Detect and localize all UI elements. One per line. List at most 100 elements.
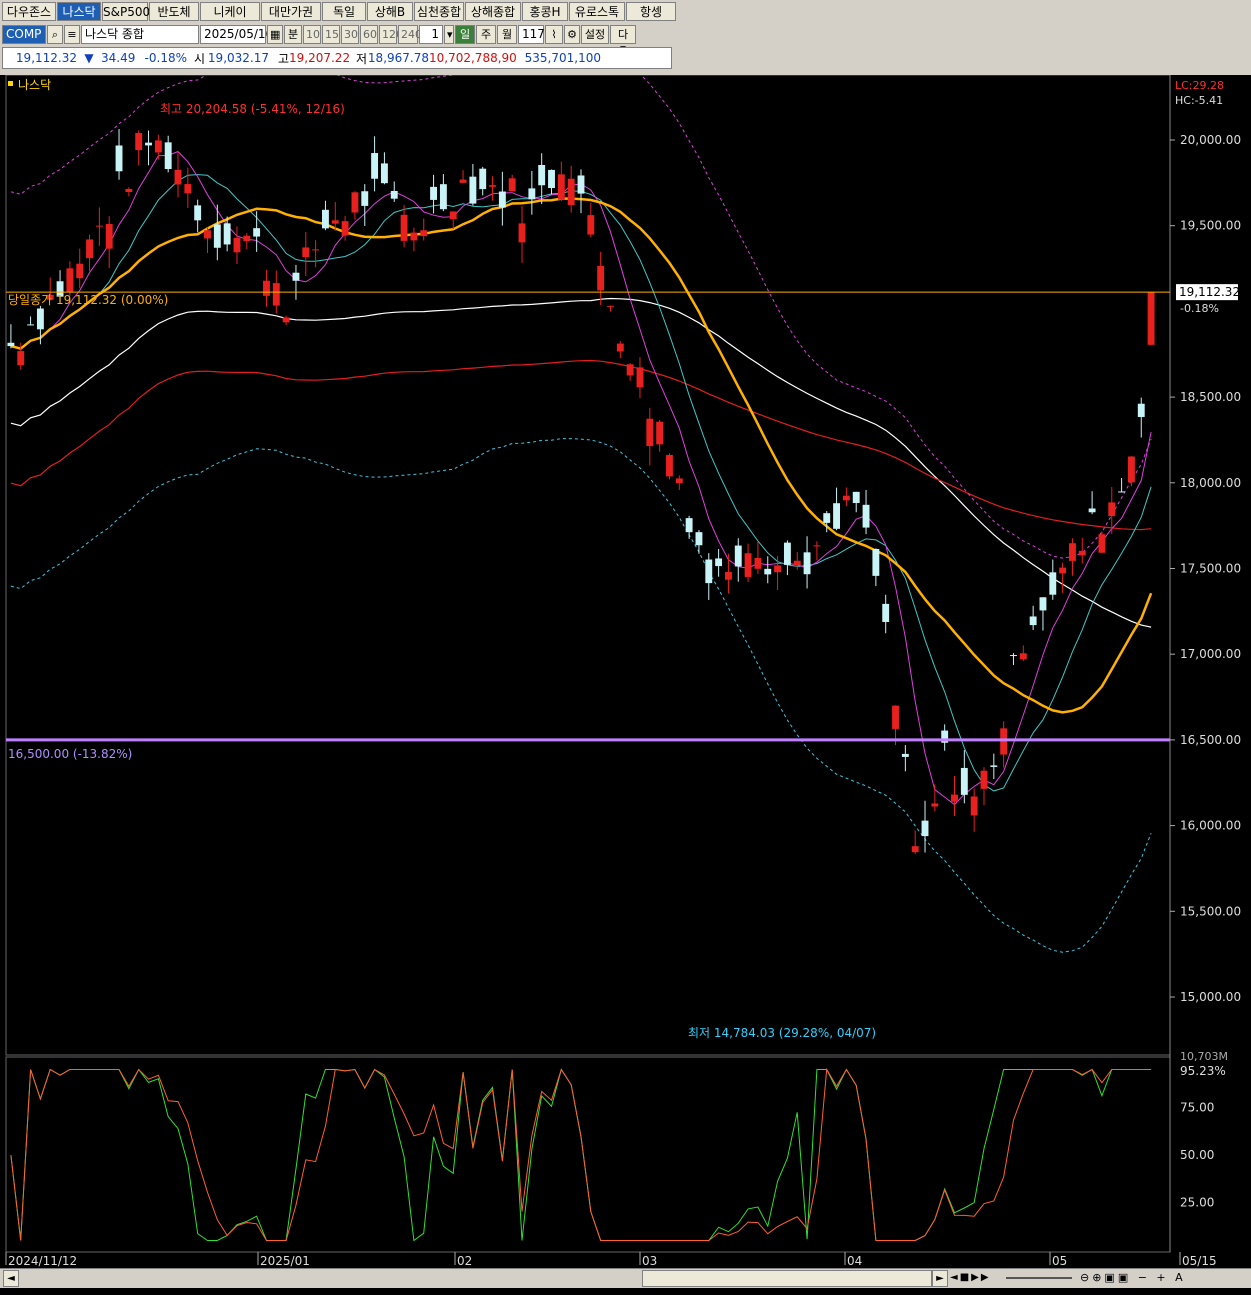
candle-body	[597, 265, 605, 291]
candle-body	[783, 542, 791, 565]
chart-controls: COMP ⌕ ≡ 나스닥 종합 2025/05/16 ▦ 분 10 15 30 …	[2, 24, 636, 58]
tab-germany[interactable]: 독일	[322, 2, 366, 21]
tab-shanghai-b[interactable]: 상해B	[367, 2, 413, 21]
current-price: 19,112.32	[15, 51, 77, 65]
symbol-toggle-icon[interactable]: ≡	[64, 24, 80, 44]
minute-240-button[interactable]: 240	[398, 24, 422, 44]
minute-120-button[interactable]: 120	[379, 24, 403, 44]
price-change: 34.49	[101, 51, 136, 65]
candle-body	[498, 191, 506, 208]
candle-body	[1088, 508, 1096, 513]
y-tick-label: 18,500.00	[1180, 390, 1241, 404]
ma10-line	[10, 174, 1152, 792]
candle-body	[1137, 403, 1145, 417]
price-chart-panel[interactable]: 나스닥 20,000.00 19,500.00 18,500.00 18,000.00 1…	[0, 75, 1251, 1295]
candle-body	[1039, 597, 1047, 611]
zoom-tools-icon[interactable]: ⊖⊕▣▣ − + A	[1080, 1270, 1248, 1285]
candle-body	[734, 545, 742, 567]
candle-body	[213, 224, 221, 248]
candle-body	[243, 235, 251, 242]
candle-body	[233, 237, 241, 253]
symbol-code-input[interactable]: COMP	[2, 24, 46, 44]
tab-sp500[interactable]: S&P500	[102, 2, 150, 21]
candle-body	[872, 548, 880, 576]
tab-hangseng[interactable]: 항셍	[626, 2, 676, 21]
high-label: 고	[277, 51, 289, 66]
settings-button[interactable]: 설정	[581, 24, 609, 44]
interval-count-input[interactable]: 1	[419, 24, 443, 44]
candle-body	[813, 545, 821, 547]
low-price: 18,967.78	[367, 51, 429, 65]
osc-tick-label: 25.00	[1180, 1196, 1214, 1210]
minute-30-button[interactable]: 30	[341, 24, 359, 44]
y-tick-label: 16,000.00	[1180, 819, 1241, 833]
low-label: 저	[355, 51, 367, 66]
tab-shenzhen[interactable]: 심천종합	[414, 2, 464, 21]
candle-body	[548, 169, 555, 189]
tab-taiwan[interactable]: 대만가권	[261, 2, 321, 21]
candle-body	[302, 247, 310, 258]
minute-15-button[interactable]: 15	[322, 24, 340, 44]
chart-canvas[interactable]: 나스닥 20,000.00 19,500.00 18,500.00 18,000.00 1…	[0, 75, 1251, 1268]
candle-body	[1049, 572, 1057, 595]
period-day-button[interactable]: 일	[455, 24, 475, 44]
candle-body	[17, 351, 25, 366]
candle-body	[410, 232, 418, 241]
candle-body	[774, 565, 782, 573]
candle-body	[27, 324, 35, 326]
scroll-thumb[interactable]	[642, 1270, 932, 1287]
horizontal-scrollbar[interactable]: ◄ ► ◄■▶▶ ⊖⊕▣▣ − + A	[0, 1268, 1251, 1288]
candle-body	[272, 283, 280, 306]
playback-controls-icon[interactable]: ◄■▶▶	[950, 1270, 1004, 1285]
candle-body	[223, 223, 231, 245]
candle-body	[675, 478, 683, 484]
high-note: 최고 20,204.58 (-5.41%, 12/16)	[160, 102, 345, 116]
tab-nasdaq[interactable]: 나스닥	[57, 2, 101, 21]
zoom-slider[interactable]	[1006, 1277, 1072, 1279]
x-tick-label: 2025/01	[260, 1254, 310, 1268]
candle-body	[489, 185, 496, 187]
candle-body	[970, 796, 978, 816]
candle-body	[1118, 491, 1126, 493]
minute-10-button[interactable]: 10	[303, 24, 321, 44]
period-month-button[interactable]: 월	[497, 24, 517, 44]
y-tick-label: 18,000.00	[1180, 476, 1241, 490]
candle-body	[931, 803, 939, 807]
date-input[interactable]: 2025/05/16	[200, 24, 273, 44]
tab-dow[interactable]: 다우존스	[2, 2, 56, 21]
symbol-name-field[interactable]: 나스닥 종합	[81, 24, 199, 44]
tab-semiconductor[interactable]: 반도체	[149, 2, 199, 21]
minute-60-button[interactable]: 60	[360, 24, 378, 44]
tab-hongkong-h[interactable]: 홍콩H	[522, 2, 568, 21]
tab-shanghai[interactable]: 상해종합	[465, 2, 521, 21]
period-minute-button[interactable]: 분	[284, 24, 302, 44]
count-dropdown-icon[interactable]: ▾	[444, 24, 454, 44]
candle-body	[7, 342, 15, 347]
next-button[interactable]: 다음	[610, 24, 636, 58]
candle-body	[469, 176, 477, 204]
volume: 10,702,788,90	[429, 51, 517, 65]
tab-eurostoxx[interactable]: 유로스톡	[569, 2, 625, 21]
period-week-button[interactable]: 주	[476, 24, 496, 44]
y-tick-label: 15,500.00	[1180, 904, 1241, 918]
candle-body	[1000, 728, 1008, 755]
candle-body	[911, 846, 919, 853]
x-tick-label: 05/15	[1182, 1254, 1217, 1268]
gear-icon[interactable]: ⚙	[564, 24, 580, 44]
scroll-left-button[interactable]: ◄	[3, 1270, 19, 1287]
candle-body	[184, 184, 192, 194]
candle-body	[420, 230, 428, 237]
x-tick-label: 03	[642, 1254, 657, 1268]
chart-type-icon[interactable]: ⌇	[545, 24, 563, 44]
price-tag: 19,112.32	[1179, 285, 1240, 299]
candle-body	[764, 568, 772, 575]
search-icon[interactable]: ⌕	[47, 24, 63, 44]
candle-body	[616, 343, 624, 352]
candle-body	[390, 190, 398, 199]
scroll-right-button[interactable]: ►	[932, 1270, 948, 1287]
bar-count-input[interactable]: 117	[518, 24, 545, 44]
candle-body	[754, 558, 762, 569]
calendar-icon[interactable]: ▦	[267, 24, 283, 44]
tab-nikkei[interactable]: 니케이	[200, 2, 260, 21]
candle-body	[145, 142, 152, 146]
